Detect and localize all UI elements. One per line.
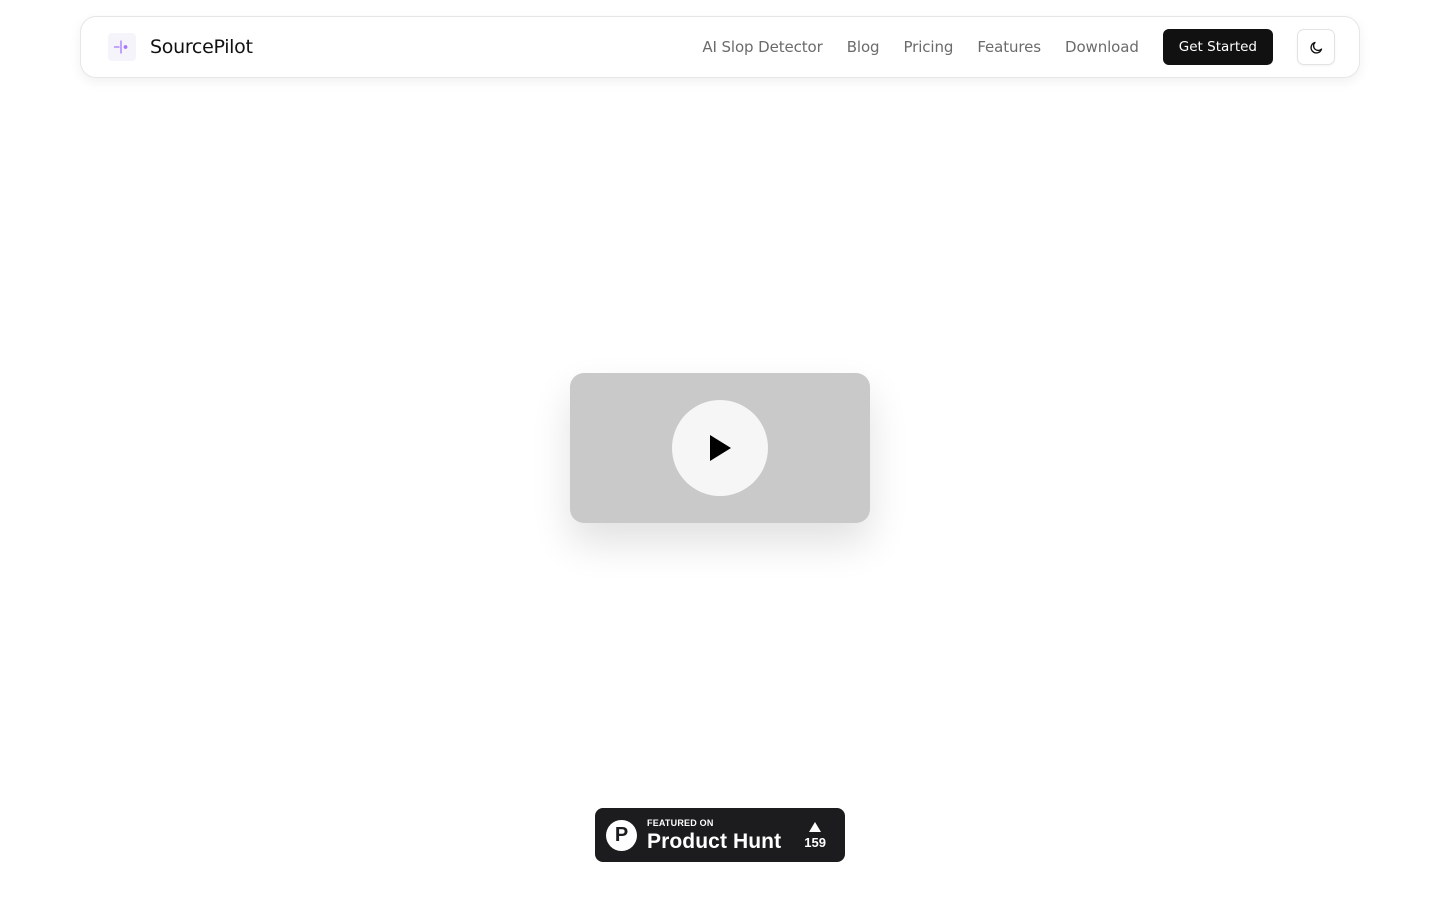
upvote-counter: 159 (804, 821, 826, 850)
brand-home-link[interactable]: SourcePilot (108, 33, 253, 61)
moon-icon (1309, 41, 1322, 54)
product-hunt-logo: P (606, 819, 637, 851)
play-icon (710, 435, 731, 461)
get-started-button[interactable]: Get Started (1162, 29, 1273, 65)
product-hunt-name: Product Hunt (647, 829, 782, 853)
triangle-up-icon (809, 821, 822, 832)
nav-link-blog[interactable]: Blog (847, 38, 880, 56)
navbar: SourcePilot AI Slop Detector Blog Pricin… (80, 16, 1360, 78)
vote-count: 159 (804, 834, 826, 850)
nav-link-download[interactable]: Download (1065, 38, 1139, 56)
featured-on-label: FEATURED ON (647, 817, 714, 828)
nav-link-ai-slop-detector[interactable]: AI Slop Detector (702, 38, 822, 56)
brand-logo (108, 33, 136, 61)
play-button[interactable] (672, 400, 768, 496)
sparkle-dot-icon (113, 40, 128, 54)
brand-name: SourcePilot (150, 36, 253, 58)
nav-link-features[interactable]: Features (977, 38, 1041, 56)
video-player[interactable] (570, 373, 870, 523)
product-hunt-text: FEATURED ON Product Hunt (647, 817, 782, 853)
nav-link-pricing[interactable]: Pricing (903, 38, 953, 56)
theme-toggle-button[interactable] (1297, 29, 1335, 65)
product-hunt-badge[interactable]: P FEATURED ON Product Hunt 159 (595, 808, 845, 862)
nav-links: AI Slop Detector Blog Pricing Features D… (702, 38, 1139, 56)
